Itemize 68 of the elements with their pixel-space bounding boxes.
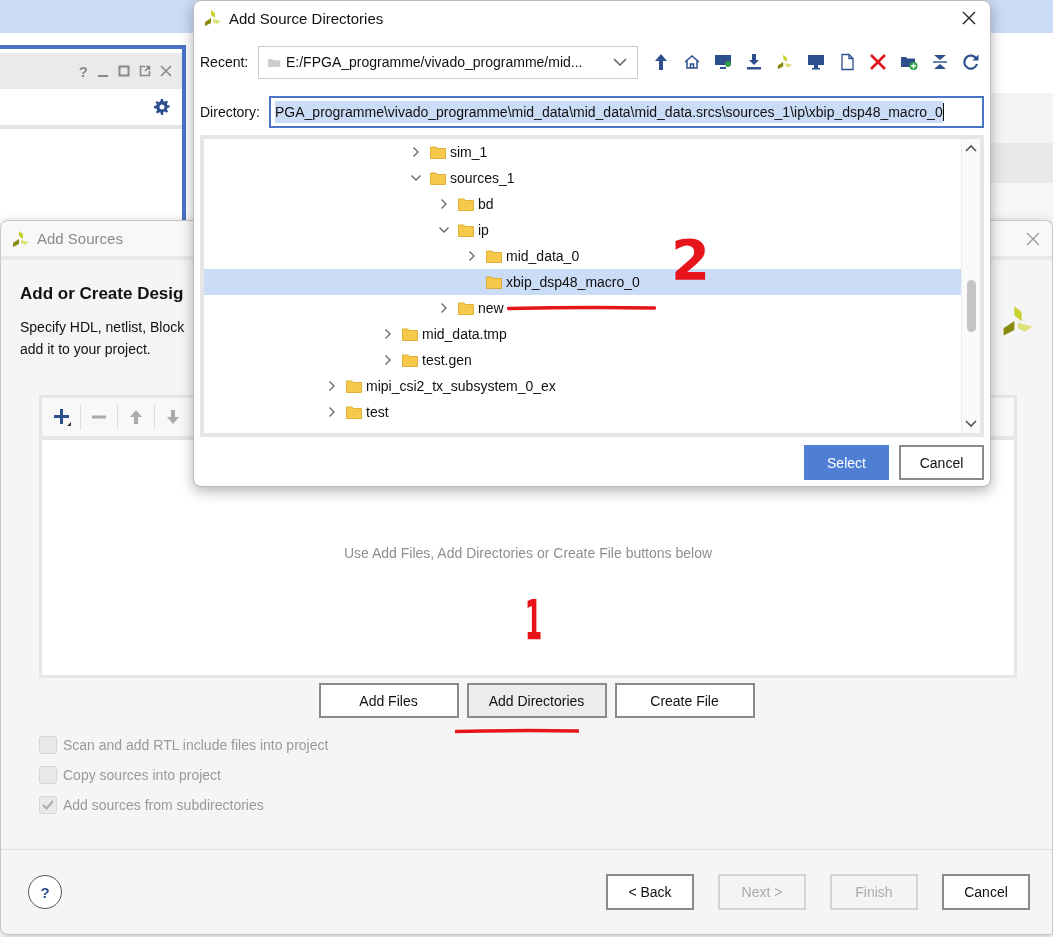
folder-icon — [430, 171, 446, 185]
home-icon[interactable] — [683, 53, 701, 71]
folder-icon — [486, 249, 502, 263]
settings-icon[interactable] — [154, 99, 170, 115]
checkbox-label: Scan and add RTL include files into project — [63, 737, 329, 753]
float-icon[interactable] — [139, 65, 151, 77]
dialog-button[interactable]: Cancel — [899, 445, 984, 480]
tree-item[interactable]: sources_1 — [410, 165, 515, 191]
folder-icon — [346, 405, 362, 419]
page-heading: Add or Create Desig — [20, 284, 185, 304]
close-icon[interactable] — [962, 11, 976, 25]
empty-hint: Use Add Files, Add Directories or Create File buttons below — [343, 544, 713, 561]
tree-item[interactable]: sim_1 — [410, 139, 488, 165]
annotation-number: 2 — [671, 232, 710, 288]
field-label: Directory: — [200, 103, 261, 120]
tree-item[interactable]: test.gen — [382, 347, 472, 373]
arrow-up-icon[interactable] — [652, 53, 670, 71]
window-title: Add Sources — [37, 230, 123, 247]
logo-icon — [11, 228, 31, 249]
folder-icon — [458, 301, 474, 315]
maximize-icon[interactable] — [118, 65, 130, 77]
scrollbar[interactable] — [961, 139, 980, 433]
annotation-number: 1 — [524, 592, 543, 648]
scroll-thumb[interactable] — [967, 280, 976, 332]
tree-item[interactable]: test — [326, 399, 389, 425]
folder-icon — [430, 145, 446, 159]
refresh-icon[interactable] — [962, 53, 980, 71]
tree-item[interactable]: xbip_dsp48_macro_0 — [466, 269, 640, 295]
recent-dropdown[interactable]: E:/FPGA_programme/vivado_programme/mid... — [258, 45, 638, 79]
directory-field[interactable]: PGA_programme\vivado_programme\mid_data\mid_data\mid_data.srcs\sources_1\ip\xbip_dsp48_macro_0 — [269, 95, 984, 128]
dialog-button[interactable]: Select — [804, 445, 889, 480]
nav-button[interactable]: < Back — [606, 874, 694, 910]
tree-item[interactable]: new — [438, 295, 504, 321]
checkbox-label: Add sources from subdirectories — [63, 797, 264, 813]
file-icon[interactable] — [838, 53, 856, 71]
tree-item[interactable]: mipi_csi2_tx_subsystem_0_ex — [326, 373, 556, 399]
tree-item[interactable]: mid_data.tmp — [382, 321, 507, 347]
field-label: Recent: — [200, 54, 250, 70]
chevron-icon[interactable] — [613, 58, 627, 66]
action-button[interactable]: Add Directories — [466, 683, 607, 718]
window-title: Add Source Directories — [229, 9, 384, 27]
collapse-icon[interactable] — [931, 53, 949, 71]
delete-icon[interactable] — [869, 53, 887, 71]
action-button[interactable]: Add Files — [318, 683, 459, 718]
folder-icon — [402, 327, 418, 341]
help-button[interactable]: ? — [28, 875, 62, 909]
checkbox-label: Copy sources into project — [63, 767, 221, 783]
tree-item[interactable]: ip — [438, 217, 489, 243]
logo-icon[interactable] — [776, 53, 794, 71]
folder-icon — [402, 353, 418, 367]
logo-icon — [203, 8, 223, 28]
download-icon[interactable] — [745, 53, 763, 71]
tree-item[interactable]: mid_data_0 — [466, 243, 580, 269]
scroll-down-icon[interactable] — [965, 420, 977, 428]
tree-item[interactable]: bd — [438, 191, 494, 217]
folder-icon — [486, 275, 502, 289]
nav-button[interactable]: Cancel — [942, 874, 1030, 910]
add-icon[interactable] — [52, 407, 72, 427]
folder-icon — [458, 223, 474, 237]
monitor-icon[interactable] — [807, 53, 825, 71]
desktop-icon[interactable] — [714, 53, 732, 71]
description-text: add it to your project. — [20, 340, 151, 359]
description-text: Specify HDL, netlist, Block — [20, 318, 185, 337]
folder-icon — [346, 379, 362, 393]
folder-icon — [458, 197, 474, 211]
folder-icon — [267, 56, 281, 68]
scroll-up-icon[interactable] — [965, 144, 977, 152]
action-button[interactable]: Create File — [614, 683, 755, 718]
